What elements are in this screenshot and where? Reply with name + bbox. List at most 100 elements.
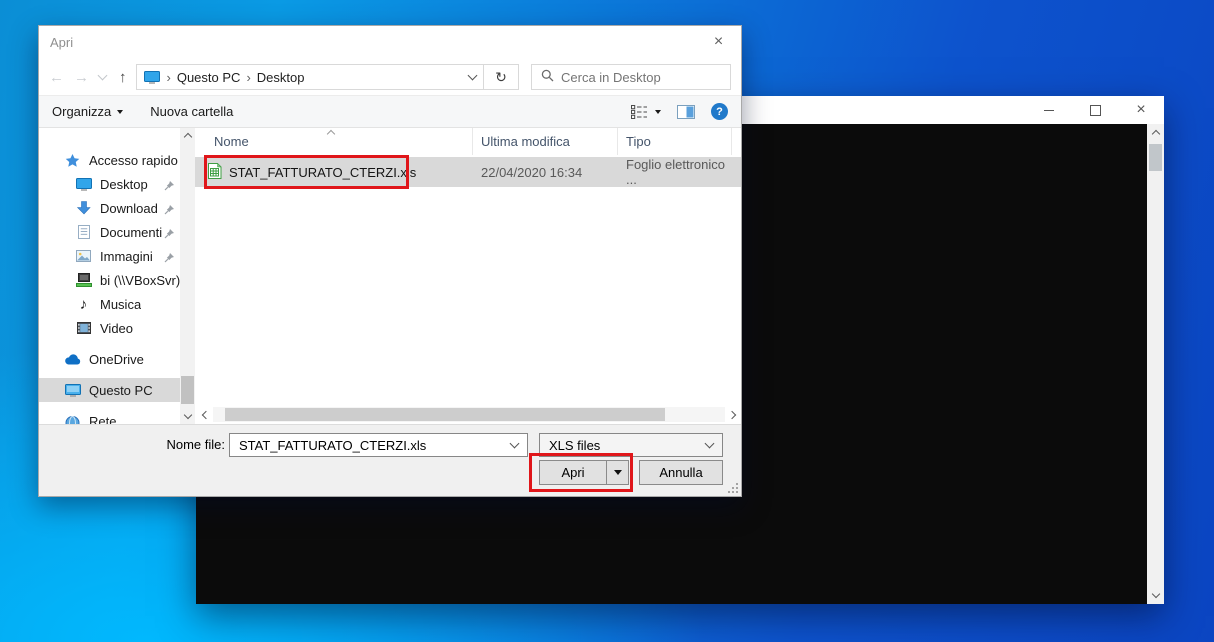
toolbar-right-group: ?	[631, 103, 728, 120]
scroll-down-button[interactable]	[1147, 587, 1164, 604]
sidebar-item-label: Musica	[100, 297, 141, 312]
preview-pane-icon[interactable]	[677, 105, 695, 119]
minimize-button[interactable]	[1026, 96, 1072, 124]
sidebar-item-network-drive[interactable]: bi (\\VBoxSvr) (Z	[39, 268, 180, 292]
column-header-type[interactable]: Tipo	[618, 128, 732, 155]
close-icon: ×	[1136, 102, 1145, 118]
sidebar-item-desktop[interactable]: Desktop	[39, 172, 180, 196]
breadcrumb-separator: ›	[246, 70, 250, 85]
desktop-icon	[75, 178, 92, 191]
recent-locations-chevron-icon[interactable]	[98, 71, 108, 81]
onedrive-icon	[64, 354, 81, 365]
scrollbar-thumb[interactable]	[181, 376, 194, 404]
sidebar-item-music[interactable]: ♪ Musica	[39, 292, 180, 316]
sidebar-item-label: Questo PC	[89, 383, 153, 398]
chevron-down-icon	[705, 439, 715, 449]
chevron-up-icon	[1151, 130, 1159, 138]
up-button[interactable]: ↑	[119, 70, 127, 85]
chevron-down-icon	[510, 439, 520, 449]
organize-menu-button[interactable]: Organizza	[52, 104, 123, 119]
pin-icon	[164, 251, 175, 266]
sidebar-item-label: Immagini	[100, 249, 153, 264]
sidebar-item-video[interactable]: Video	[39, 316, 180, 340]
documents-icon	[75, 225, 92, 239]
sidebar-item-label: Desktop	[100, 177, 148, 192]
sidebar-item-label: Video	[100, 321, 133, 336]
file-row-selected[interactable]: STAT_FATTURATO_CTERZI.xls 22/04/2020 16:…	[195, 157, 741, 187]
view-mode-button[interactable]	[631, 105, 661, 119]
scroll-right-button[interactable]	[725, 407, 739, 422]
sidebar-item-pictures[interactable]: Immagini	[39, 244, 180, 268]
close-icon: ×	[714, 33, 723, 51]
breadcrumb-separator: ›	[167, 70, 171, 85]
desktop: × Apri × ← → ↑ › Questo PC ›	[0, 0, 1214, 642]
sidebar-item-label: Download	[100, 201, 158, 216]
filename-input[interactable]: STAT_FATTURATO_CTERZI.xls	[229, 433, 528, 457]
pin-icon	[164, 227, 175, 242]
dialog-titlebar: Apri ×	[39, 26, 741, 59]
open-file-dialog: Apri × ← → ↑ › Questo PC › Desktop ↻	[38, 25, 742, 497]
sidebar-item-quick-access[interactable]: Accesso rapido	[39, 148, 180, 172]
help-button[interactable]: ?	[711, 103, 728, 120]
forward-button[interactable]: →	[74, 70, 89, 85]
download-icon	[75, 201, 92, 215]
filename-label: Nome file:	[39, 437, 225, 452]
sidebar-item-label: Rete	[89, 414, 116, 425]
filetype-select[interactable]: XLS files	[539, 433, 723, 457]
address-dropdown-chevron-icon[interactable]	[468, 71, 478, 81]
sidebar-item-label: bi (\\VBoxSvr) (Z	[100, 273, 180, 288]
chevron-left-icon	[202, 410, 210, 418]
open-split-button[interactable]: Apri	[539, 460, 629, 485]
sidebar-item-onedrive[interactable]: OneDrive	[39, 347, 180, 371]
dialog-close-button[interactable]: ×	[696, 26, 741, 57]
cancel-button[interactable]: Annulla	[639, 460, 723, 485]
scroll-up-button[interactable]	[180, 128, 195, 143]
music-icon: ♪	[75, 297, 92, 312]
help-icon: ?	[716, 106, 723, 118]
breadcrumb-item-questo-pc[interactable]: Questo PC	[177, 70, 241, 85]
refresh-button[interactable]: ↻	[484, 64, 519, 90]
file-name-cell[interactable]: STAT_FATTURATO_CTERZI.xls	[195, 157, 473, 187]
sidebar-item-label: Accesso rapido	[89, 153, 178, 168]
scrollbar-track[interactable]	[213, 407, 725, 422]
open-button[interactable]: Apri	[540, 461, 606, 484]
scroll-down-button[interactable]	[180, 409, 195, 424]
maximize-button[interactable]	[1072, 96, 1118, 124]
open-button-label: Apri	[561, 465, 584, 480]
resize-grip[interactable]	[727, 482, 738, 493]
network-icon	[64, 415, 81, 424]
file-modified-cell: 22/04/2020 16:34	[473, 157, 618, 187]
close-button[interactable]: ×	[1118, 96, 1164, 124]
sidebar-item-network[interactable]: Rete	[39, 409, 180, 424]
dropdown-triangle-icon	[117, 110, 123, 114]
new-folder-label: Nuova cartella	[150, 104, 233, 119]
navigation-sidebar: Accesso rapido Desktop Download Document…	[39, 128, 180, 424]
refresh-icon: ↻	[495, 69, 507, 86]
sidebar-item-documents[interactable]: Documenti	[39, 220, 180, 244]
pin-icon	[164, 179, 175, 194]
scroll-up-button[interactable]	[1147, 124, 1164, 141]
sidebar-item-this-pc[interactable]: Questo PC	[39, 378, 180, 402]
back-button[interactable]: ←	[49, 70, 64, 85]
dialog-title: Apri	[50, 35, 73, 50]
open-dropdown-button[interactable]	[606, 461, 628, 484]
breadcrumb-item-desktop[interactable]: Desktop	[257, 70, 305, 85]
details-view-icon	[631, 105, 648, 119]
cancel-button-label: Annulla	[659, 465, 702, 480]
desktop-location-icon	[144, 71, 161, 84]
search-input[interactable]: Cerca in Desktop	[531, 64, 731, 90]
chevron-down-icon	[183, 411, 191, 419]
scrollbar-thumb[interactable]	[1149, 144, 1162, 171]
minimize-icon	[1044, 110, 1054, 111]
app-vertical-scrollbar[interactable]	[1147, 124, 1164, 604]
sidebar-vertical-scrollbar[interactable]	[180, 128, 195, 424]
quick-access-star-icon	[64, 153, 81, 168]
scrollbar-thumb[interactable]	[225, 408, 665, 421]
new-folder-button[interactable]: Nuova cartella	[150, 104, 233, 119]
breadcrumb[interactable]: › Questo PC › Desktop	[136, 64, 485, 90]
column-header-modified[interactable]: Ultima modifica	[473, 128, 618, 155]
sidebar-item-download[interactable]: Download	[39, 196, 180, 220]
file-list-horizontal-scrollbar[interactable]	[199, 407, 739, 422]
scroll-left-button[interactable]	[199, 407, 213, 422]
dialog-toolbar: Organizza Nuova cartella ?	[39, 95, 741, 128]
